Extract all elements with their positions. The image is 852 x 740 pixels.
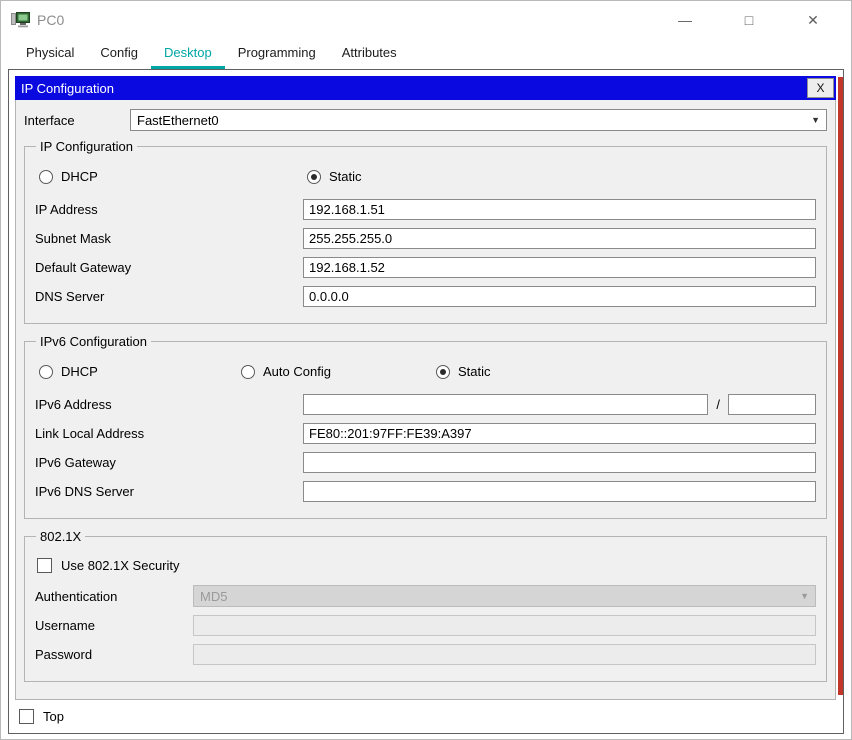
- ipv6-address-row: IPv6 Address /: [35, 394, 816, 415]
- dialog-titlebar: IP Configuration X: [15, 76, 836, 100]
- ipv6-address-label: IPv6 Address: [35, 397, 112, 412]
- tab-programming[interactable]: Programming: [225, 40, 329, 69]
- subnet-mask-label: Subnet Mask: [35, 231, 111, 246]
- ipv6-static-label: Static: [458, 364, 491, 379]
- checkbox-icon: [37, 558, 52, 573]
- interface-label: Interface: [24, 112, 75, 128]
- dot1x-group: 802.1X Use 802.1X Security Authenticatio…: [24, 529, 827, 682]
- window-controls: — □ ✕: [675, 13, 841, 27]
- ipv4-group: IP Configuration DHCP Static IP Address: [24, 139, 827, 324]
- ipv6-radio-row: DHCP Auto Config Static: [39, 364, 816, 379]
- radio-checked-icon: [436, 364, 450, 379]
- password-input: [193, 644, 816, 665]
- ipv6-static-radio[interactable]: Static: [436, 364, 491, 379]
- top-checkbox-label: Top: [43, 709, 64, 724]
- username-label: Username: [35, 618, 95, 633]
- ipv6-address-input[interactable]: [303, 394, 709, 415]
- top-checkbox[interactable]: [19, 709, 34, 724]
- link-local-address-input[interactable]: [303, 423, 816, 444]
- interface-select[interactable]: FastEthernet0 ▼: [130, 109, 827, 131]
- footer-bar: Top: [9, 700, 843, 733]
- ipv4-group-title: IP Configuration: [40, 139, 133, 154]
- default-gateway-row: Default Gateway: [35, 257, 816, 278]
- username-input: [193, 615, 816, 636]
- ipv4-radio-row: DHCP Static: [39, 169, 816, 184]
- chevron-down-icon: ▼: [811, 115, 820, 125]
- ip-address-input[interactable]: [303, 199, 816, 220]
- ip-configuration-dialog: IP Configuration X Interface FastEtherne…: [15, 76, 836, 700]
- dot1x-group-title: 802.1X: [40, 529, 82, 544]
- dialog-title: IP Configuration: [21, 80, 114, 96]
- ipv6-dns-server-input[interactable]: [303, 481, 816, 502]
- minimize-icon[interactable]: —: [675, 13, 695, 27]
- pc-device-icon: [11, 11, 31, 29]
- ipv6-gateway-input[interactable]: [303, 452, 816, 473]
- interface-selected-value: FastEthernet0: [137, 112, 219, 128]
- password-label: Password: [35, 647, 93, 662]
- window-title: PC0: [37, 12, 65, 28]
- desktop-content-frame: IP Configuration X Interface FastEtherne…: [8, 69, 844, 734]
- ipv6-dns-server-row: IPv6 DNS Server: [35, 481, 816, 502]
- ip-address-row: IP Address: [35, 199, 816, 220]
- desktop-edge-accent: [838, 77, 843, 695]
- link-local-address-row: Link Local Address: [35, 423, 816, 444]
- default-gateway-input[interactable]: [303, 257, 816, 278]
- ipv4-static-radio[interactable]: Static: [307, 169, 362, 184]
- subnet-mask-input[interactable]: [303, 228, 816, 249]
- ipv6-prefix-input[interactable]: [728, 394, 816, 415]
- app-window: PC0 — □ ✕ Physical Config Desktop Progra…: [0, 0, 852, 740]
- close-icon[interactable]: ✕: [803, 13, 823, 27]
- username-row: Username: [35, 615, 816, 636]
- dns-server-input[interactable]: [303, 286, 816, 307]
- window-title-group: PC0: [11, 11, 65, 29]
- ipv4-dhcp-label: DHCP: [61, 169, 98, 184]
- authentication-row: Authentication MD5 ▼: [35, 585, 816, 607]
- dns-server-row: DNS Server: [35, 286, 816, 307]
- authentication-select: MD5 ▼: [193, 585, 816, 607]
- radio-checked-icon: [307, 169, 321, 184]
- radio-icon: [39, 364, 53, 379]
- ipv6-auto-config-label: Auto Config: [263, 364, 331, 379]
- ipv6-dns-server-label: IPv6 DNS Server: [35, 484, 134, 499]
- radio-icon: [241, 364, 255, 379]
- ipv6-group: IPv6 Configuration DHCP Auto Config Stat…: [24, 334, 827, 519]
- ipv6-dhcp-radio[interactable]: DHCP: [39, 364, 241, 379]
- ipv6-dhcp-label: DHCP: [61, 364, 98, 379]
- window-titlebar: PC0 — □ ✕: [1, 1, 851, 39]
- tab-desktop[interactable]: Desktop: [151, 40, 225, 69]
- ipv6-group-title: IPv6 Configuration: [40, 334, 147, 349]
- dns-server-label: DNS Server: [35, 289, 105, 304]
- ipv6-prefix-separator: /: [716, 397, 720, 412]
- ipv4-dhcp-radio[interactable]: DHCP: [39, 169, 307, 184]
- dialog-body: Interface FastEthernet0 ▼ IP Configurati…: [15, 100, 836, 700]
- dot1x-security-checkbox[interactable]: Use 802.1X Security: [37, 558, 816, 573]
- subnet-mask-row: Subnet Mask: [35, 228, 816, 249]
- tab-bar: Physical Config Desktop Programming Attr…: [1, 39, 851, 69]
- tab-physical[interactable]: Physical: [13, 40, 87, 69]
- tab-config[interactable]: Config: [87, 40, 151, 69]
- link-local-address-label: Link Local Address: [35, 426, 145, 441]
- dialog-close-button[interactable]: X: [807, 78, 834, 98]
- radio-icon: [39, 169, 53, 184]
- authentication-label: Authentication: [35, 588, 118, 604]
- chevron-down-icon: ▼: [800, 591, 809, 601]
- dot1x-security-label: Use 802.1X Security: [61, 558, 180, 573]
- ipv6-auto-config-radio[interactable]: Auto Config: [241, 364, 436, 379]
- maximize-icon[interactable]: □: [739, 13, 759, 27]
- default-gateway-label: Default Gateway: [35, 260, 132, 275]
- password-row: Password: [35, 644, 816, 665]
- interface-row: Interface FastEthernet0 ▼: [24, 109, 827, 131]
- tab-attributes[interactable]: Attributes: [329, 40, 410, 69]
- ipv6-gateway-label: IPv6 Gateway: [35, 455, 116, 470]
- authentication-selected-value: MD5: [200, 588, 228, 604]
- ipv4-static-label: Static: [329, 169, 362, 184]
- ip-address-label: IP Address: [35, 202, 98, 217]
- ipv6-gateway-row: IPv6 Gateway: [35, 452, 816, 473]
